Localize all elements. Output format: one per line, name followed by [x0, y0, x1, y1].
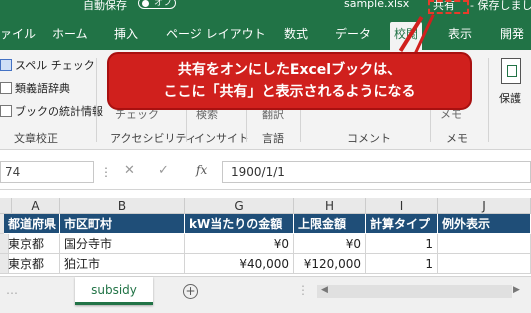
select-all-corner[interactable]: [0, 198, 12, 214]
tab-developer[interactable]: 開発: [500, 25, 524, 42]
file-name: sample.xlsx: [344, 0, 410, 10]
table-header-cell[interactable]: 市区町村: [60, 214, 185, 234]
enter-icon[interactable]: ✓: [158, 163, 169, 178]
accessibility-group-label: アクセシビリティ: [110, 132, 197, 145]
table-header-cell[interactable]: 例外表示: [438, 214, 531, 234]
autosave-state: オフ: [154, 0, 173, 8]
book-icon: [0, 82, 12, 94]
thesaurus-button[interactable]: 類義語辞典: [0, 80, 70, 96]
autosave-toggle[interactable]: オフ: [138, 0, 176, 9]
scroll-left-icon[interactable]: ◀: [321, 285, 328, 295]
tab-formulas[interactable]: 数式: [284, 25, 308, 42]
table-cell[interactable]: 狛江市: [60, 254, 185, 274]
insert-function-icon[interactable]: fx: [196, 163, 207, 177]
table-header-cell[interactable]: 計算タイプ: [366, 214, 438, 234]
table-header-cell[interactable]: 上限金額: [294, 214, 366, 234]
horizontal-scrollbar[interactable]: [317, 285, 512, 298]
column-header-j[interactable]: J: [438, 198, 531, 214]
formula-input[interactable]: 1900/1/1: [222, 161, 531, 183]
formula-bar: 74 ⋮ ✕ ✓ fx 1900/1/1: [0, 151, 531, 190]
add-sheet-icon[interactable]: +: [183, 284, 198, 299]
share-highlight-box: [428, 0, 469, 14]
sheet-tab-bar: … subsidy + ⋮ ◀ ▶: [0, 276, 531, 313]
column-header-a[interactable]: A: [12, 198, 60, 214]
language-group-label: 言語: [262, 132, 284, 145]
sheet-tab-subsidy[interactable]: subsidy: [75, 277, 153, 305]
notes-group-label: メモ: [446, 132, 468, 145]
cancel-icon[interactable]: ✕: [124, 163, 135, 178]
table-cell[interactable]: 国分寺市: [60, 234, 185, 254]
table-cell[interactable]: ¥120,000: [294, 254, 366, 274]
protect-icon[interactable]: [501, 58, 521, 84]
save-status: - 保存しまし: [470, 0, 531, 12]
spell-check-button[interactable]: スペル チェック: [0, 57, 95, 73]
column-header-h[interactable]: H: [294, 198, 366, 214]
scroll-split-dots[interactable]: ⋮: [297, 283, 309, 297]
group-divider: [96, 58, 97, 142]
tab-home[interactable]: ホーム: [52, 25, 88, 42]
table-cell[interactable]: [438, 234, 531, 254]
name-box[interactable]: 74: [0, 161, 94, 183]
autosave-label: 自動保存: [83, 0, 127, 12]
column-header-i[interactable]: I: [366, 198, 438, 214]
tab-insert[interactable]: 挿入: [114, 25, 138, 42]
column-header-b[interactable]: B: [60, 198, 185, 214]
table-cell[interactable]: 東京都: [4, 234, 60, 254]
table-cell[interactable]: 1: [366, 254, 438, 274]
callout-line-2: ここに「共有」と表示されるようになる: [163, 84, 416, 100]
comments-group-label: コメント: [347, 132, 391, 145]
tab-page-layout[interactable]: ページ レイアウト: [166, 25, 266, 42]
sheet-nav-dots[interactable]: …: [6, 283, 18, 297]
table-cell[interactable]: 東京都: [4, 254, 60, 274]
table-header-cell[interactable]: kW当たりの金額: [185, 214, 294, 234]
tab-file[interactable]: ァイル: [0, 25, 36, 42]
table-cell[interactable]: 1: [366, 234, 438, 254]
tab-view[interactable]: 表示: [448, 25, 472, 42]
column-header-g[interactable]: G: [185, 198, 294, 214]
group-divider: [488, 58, 489, 142]
toggle-knob-icon: [142, 0, 149, 7]
scroll-right-icon[interactable]: ▶: [513, 285, 520, 295]
workbook-statistics-button[interactable]: ブックの統計情報: [0, 103, 103, 119]
table-header-cell[interactable]: 都道府県: [4, 214, 60, 234]
callout-annotation: 共有をオンにしたExcelブックは、 ここに「共有」と表示されるようになる: [107, 52, 472, 110]
spellcheck-icon: [0, 59, 12, 71]
table-cell[interactable]: [438, 254, 531, 274]
table-cell[interactable]: ¥40,000: [185, 254, 294, 274]
callout-line-1: 共有をオンにしたExcelブックは、: [177, 62, 402, 78]
tab-data[interactable]: データ: [335, 25, 371, 42]
protect-button[interactable]: 保護: [499, 90, 521, 106]
table-cell[interactable]: ¥0: [185, 234, 294, 254]
ribbon-tabs: ァイル ホーム 挿入 ページ レイアウト 数式 データ 校閲 表示 開発: [0, 14, 531, 51]
proofing-group-label: 文章校正: [14, 132, 58, 145]
more-icon[interactable]: ⋮: [100, 165, 112, 179]
stats-icon: [0, 105, 12, 117]
table-cell[interactable]: ¥0: [294, 234, 366, 254]
insights-group-label: インサイト: [194, 132, 249, 145]
